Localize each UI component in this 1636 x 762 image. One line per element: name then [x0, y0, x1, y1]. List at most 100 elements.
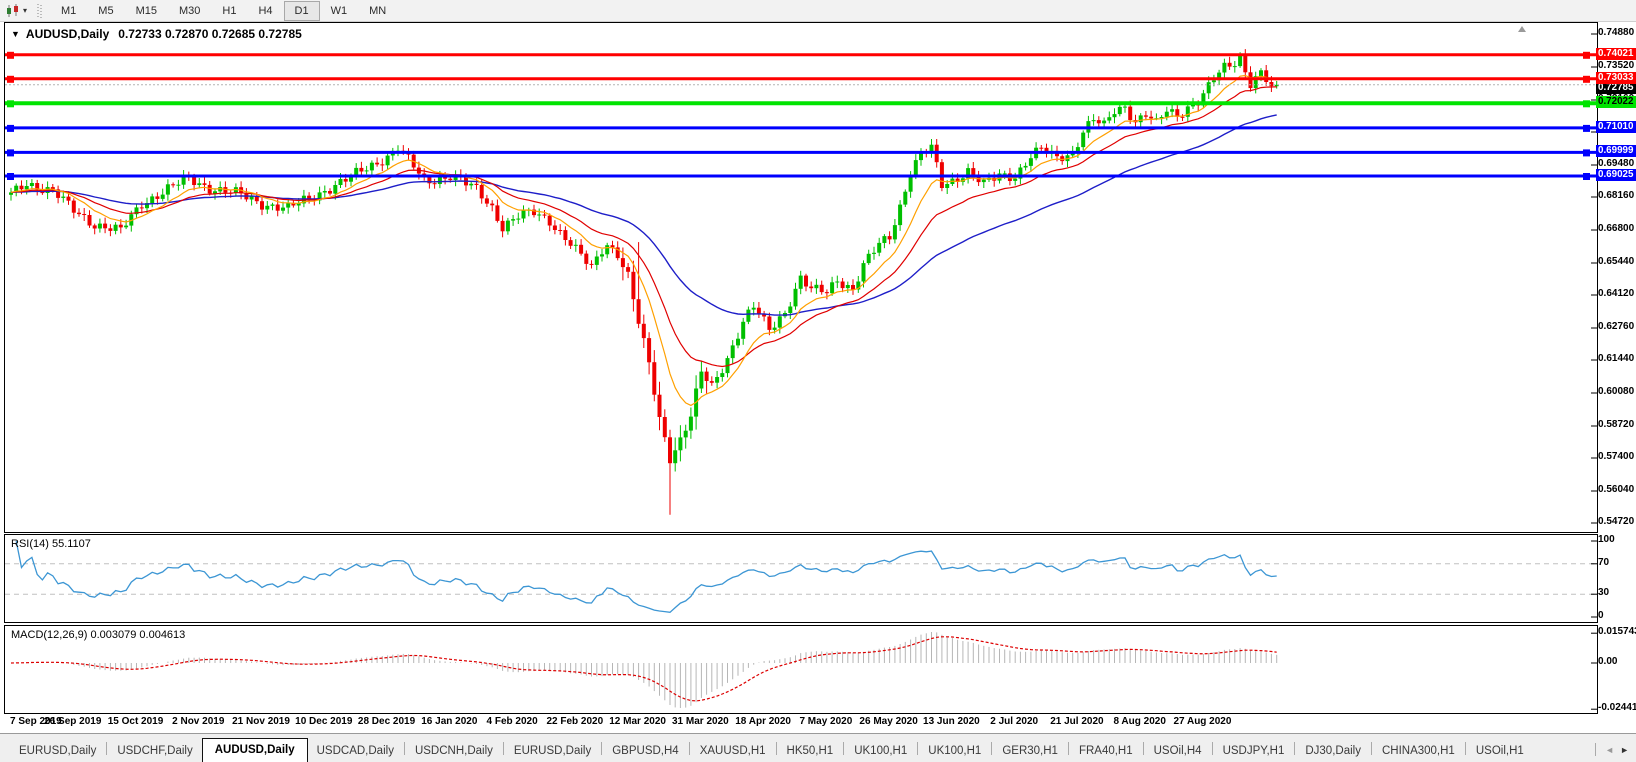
rsi-indicator-pane[interactable]: RSI(14) 55.1107 [4, 534, 1598, 623]
price-axis-tick: 0.54720 [1598, 516, 1635, 527]
date-label: 22 Feb 2020 [546, 716, 604, 727]
price-axis-tick: 0.56040 [1598, 483, 1635, 495]
tab-divider [106, 742, 108, 755]
tab-hk50-h1[interactable]: HK50,H1 [778, 741, 843, 762]
price-axis-tick: 0.58720 [1598, 418, 1635, 430]
timeframe-button-m5[interactable]: M5 [87, 1, 124, 21]
price-axis-tick: 0.62760 [1598, 320, 1635, 332]
tab-audusd-daily[interactable]: AUDUSD,Daily [201, 738, 308, 762]
date-label: 31 Mar 2020 [672, 716, 729, 727]
tab-nav-divider [1595, 743, 1597, 756]
price-chart[interactable] [5, 23, 1597, 532]
tab-scroll-right-icon[interactable]: ► [1620, 745, 1629, 755]
tab-divider [1067, 742, 1069, 755]
tab-xauusd-h1[interactable]: XAUUSD,H1 [691, 741, 775, 762]
chart-shift-marker-icon [1518, 26, 1526, 32]
tab-gbpusd-h4[interactable]: GBPUSD,H4 [603, 741, 687, 762]
price-level-label-0.69999: 0.69999 [1596, 145, 1636, 158]
macd-indicator-pane[interactable]: MACD(12,26,9) 0.003079 0.004613 [4, 625, 1598, 714]
symbol-period-label: AUDUSD,Daily [25, 27, 110, 41]
tab-scroll-left-icon[interactable]: ◄ [1605, 745, 1614, 755]
tab-uk100-h1[interactable]: UK100,H1 [845, 741, 916, 762]
price-level-line-0.73033[interactable] [5, 75, 1597, 83]
chart-tabs: EURUSD,Daily USDCHF,Daily AUDUSD,Daily USDC… [10, 734, 1533, 762]
tab-divider [601, 742, 603, 755]
tab-ger30-h1[interactable]: GER30,H1 [993, 741, 1067, 762]
macd-label: MACD(12,26,9) 0.003079 0.004613 [11, 629, 186, 641]
timeframe-button-mn[interactable]: MN [358, 1, 397, 21]
tab-divider [917, 742, 919, 755]
chart-title: ▼ AUDUSD,Daily 0.72733 0.72870 0.72685 0.7… [11, 27, 302, 41]
price-axis-tick: 0.73520 [1598, 59, 1635, 71]
tab-usoil-h1[interactable]: USOil,H1 [1467, 741, 1533, 762]
timeframe-button-m1[interactable]: M1 [50, 1, 87, 21]
candles-layer [9, 49, 1279, 515]
date-label: 13 Jun 2020 [923, 716, 980, 727]
tab-usdjpy-h1[interactable]: USDJPY,H1 [1214, 741, 1294, 762]
tab-divider [991, 742, 993, 755]
tab-divider [1211, 742, 1213, 755]
timeframe-button-h4[interactable]: H4 [247, 1, 283, 21]
price-chart-pane[interactable]: ▼ AUDUSD,Daily 0.72733 0.72870 0.72685 0.7… [4, 22, 1598, 533]
tab-divider [1142, 742, 1144, 755]
tab-divider [688, 742, 690, 755]
price-axis-tick: 0.66800 [1598, 222, 1635, 234]
timeframe-button-m15[interactable]: M15 [125, 1, 168, 21]
date-label: 21 Nov 2019 [232, 716, 290, 727]
tab-eurusd-daily[interactable]: EURUSD,Daily [505, 741, 600, 762]
date-label: 15 Oct 2019 [107, 716, 164, 727]
tab-divider [775, 742, 777, 755]
price-axis-tick: 0.64120 [1598, 287, 1635, 299]
price-axis-tick: 0.74880 [1598, 27, 1635, 38]
tab-usdchf-daily[interactable]: USDCHF,Daily [108, 741, 201, 762]
timeframe-button-w1[interactable]: W1 [320, 1, 359, 21]
date-label: 7 May 2020 [799, 716, 853, 727]
tab-usdcnh-daily[interactable]: USDCNH,Daily [406, 741, 502, 762]
price-level-label-0.69025: 0.69025 [1596, 169, 1636, 182]
price-level-line-0.74021[interactable] [5, 51, 1597, 59]
rsi-axis-tick: 30 [1598, 587, 1610, 599]
tab-eurusd-daily[interactable]: EURUSD,Daily [10, 741, 105, 762]
date-label: 2 Jul 2020 [990, 716, 1039, 727]
date-label: 28 Dec 2019 [357, 716, 416, 727]
timeframe-button-d1[interactable]: D1 [283, 0, 320, 21]
date-label: 2 Nov 2019 [172, 716, 225, 727]
timeframe-buttons: M1 M5 M15 M30 H1 H4 D1 W1 MN [50, 0, 397, 21]
price-level-line-0.72022[interactable] [5, 100, 1597, 108]
chart-type-dropdown-caret[interactable]: ▾ [23, 6, 27, 15]
rsi-label: RSI(14) 55.1107 [11, 538, 91, 550]
macd-axis-tick: 0.00 [1598, 656, 1618, 667]
price-level-line-0.69025[interactable] [5, 173, 1597, 180]
tab-dj30-daily[interactable]: DJ30,Daily [1296, 741, 1370, 762]
price-axis-tick: 0.65440 [1598, 255, 1635, 267]
ohlc-quotes: 0.72733 0.72870 0.72685 0.72785 [118, 27, 302, 41]
tab-divider [502, 742, 504, 755]
macd-chart[interactable] [5, 626, 1597, 713]
date-label: 10 Dec 2019 [295, 716, 353, 727]
tab-usoil-h4[interactable]: USOil,H4 [1145, 741, 1211, 762]
timeframe-button-h1[interactable]: H1 [211, 1, 247, 21]
tab-usdcad-daily[interactable]: USDCAD,Daily [308, 741, 403, 762]
price-level-label-0.73033: 0.73033 [1596, 71, 1636, 84]
date-label: 12 Mar 2020 [609, 716, 666, 727]
price-level-line-0.69999[interactable] [5, 149, 1597, 157]
time-scale[interactable]: 7 Sep 2019 26 Sep 2019 15 Oct 2019 2 Nov 20… [4, 714, 1596, 733]
tab-uk100-h1[interactable]: UK100,H1 [919, 741, 990, 762]
date-label: 16 Jan 2020 [421, 716, 478, 727]
chart-type-icon[interactable] [4, 3, 22, 19]
rsi-chart[interactable] [5, 535, 1597, 622]
macd-histogram [15, 632, 1278, 708]
rsi-axis-tick: 70 [1598, 556, 1610, 568]
price-level-line-0.71010[interactable] [5, 124, 1597, 132]
macd-axis-tick: -0.024413 [1598, 702, 1636, 714]
symbol-dropdown-icon[interactable]: ▼ [11, 29, 20, 39]
tab-fra40-h1[interactable]: FRA40,H1 [1070, 741, 1142, 762]
date-label: 18 Apr 2020 [735, 716, 791, 727]
tab-divider [1294, 742, 1296, 755]
timeframe-button-m30[interactable]: M30 [168, 1, 211, 21]
toolbar-grip[interactable] [37, 3, 43, 18]
macd-axis-tick: 0.015743 [1598, 626, 1636, 638]
tab-china300-h1[interactable]: CHINA300,H1 [1373, 741, 1464, 762]
price-level-label-0.74021: 0.74021 [1596, 47, 1636, 60]
date-label: 21 Jul 2020 [1050, 716, 1104, 727]
